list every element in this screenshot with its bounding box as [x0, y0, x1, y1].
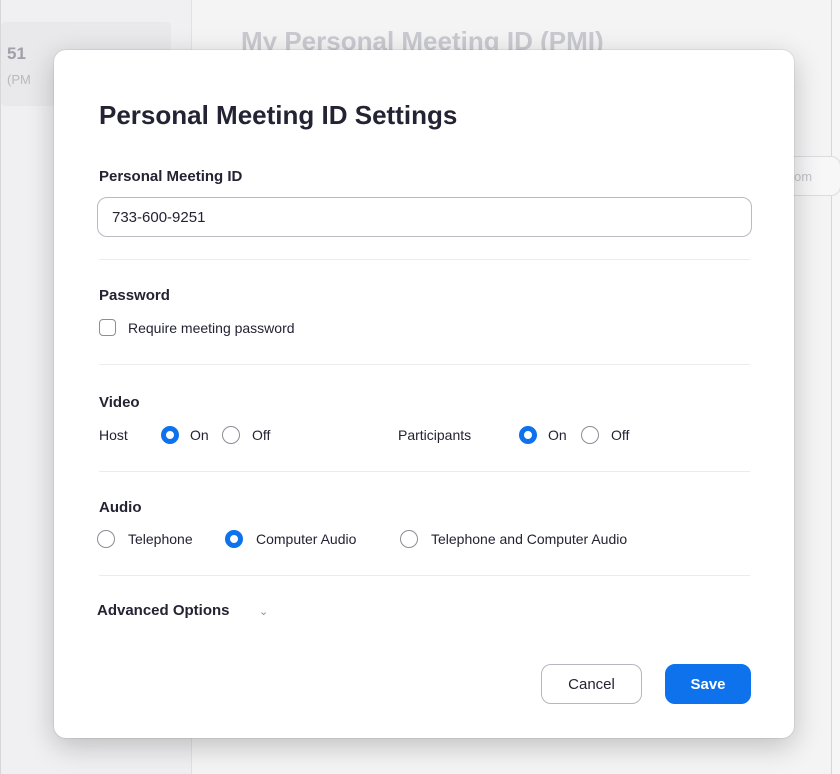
audio-label: Audio [99, 499, 142, 516]
audio-both-radio[interactable] [400, 530, 418, 548]
save-button[interactable]: Save [665, 664, 751, 704]
require-password-label[interactable]: Require meeting password [128, 320, 295, 336]
background-sidebar-subtext: (PM [7, 72, 31, 87]
host-video-on-label[interactable]: On [190, 427, 209, 443]
participants-video-off-label[interactable]: Off [611, 427, 629, 443]
host-video-on-radio[interactable] [161, 426, 179, 444]
participants-video-on-radio[interactable] [519, 426, 537, 444]
pmi-settings-dialog: Personal Meeting ID Settings Personal Me… [54, 50, 794, 738]
participants-video-off-radio[interactable] [581, 426, 599, 444]
divider [99, 575, 750, 576]
background-sidebar-number: 51 [7, 44, 26, 63]
pmi-label: Personal Meeting ID [99, 168, 243, 185]
dialog-title: Personal Meeting ID Settings [99, 100, 458, 130]
audio-telephone-label[interactable]: Telephone [128, 531, 193, 547]
divider [99, 471, 750, 472]
divider [99, 364, 750, 365]
pmi-input[interactable] [97, 197, 752, 237]
audio-computer-label[interactable]: Computer Audio [256, 531, 356, 547]
require-password-checkbox[interactable] [99, 319, 116, 336]
divider [99, 259, 750, 260]
video-label: Video [99, 394, 140, 411]
participants-video-on-label[interactable]: On [548, 427, 567, 443]
video-participants-label: Participants [398, 427, 472, 443]
advanced-options-toggle[interactable]: Advanced Options [97, 602, 230, 619]
password-label: Password [99, 287, 170, 304]
audio-telephone-radio[interactable] [97, 530, 115, 548]
video-host-label: Host [99, 427, 128, 443]
cancel-button[interactable]: Cancel [541, 664, 642, 704]
host-video-off-radio[interactable] [222, 426, 240, 444]
audio-computer-radio[interactable] [225, 530, 243, 548]
chevron-down-icon[interactable]: ⌄ [259, 605, 268, 618]
audio-both-label[interactable]: Telephone and Computer Audio [431, 531, 627, 547]
host-video-off-label[interactable]: Off [252, 427, 270, 443]
